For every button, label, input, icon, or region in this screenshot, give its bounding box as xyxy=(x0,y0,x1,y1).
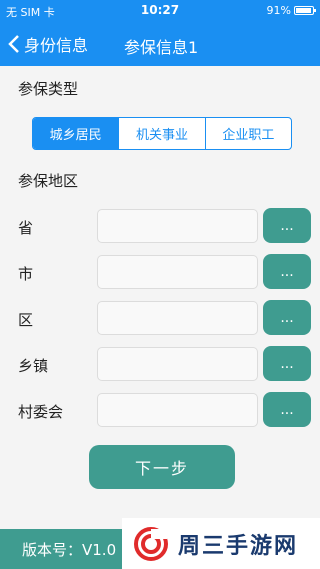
village-committee-select-button[interactable]: ... xyxy=(263,392,311,427)
province-select-button[interactable]: ... xyxy=(263,208,311,243)
city-select-button[interactable]: ... xyxy=(263,254,311,289)
province-field[interactable] xyxy=(97,209,258,243)
village-committee-field[interactable] xyxy=(97,393,258,427)
segment-government[interactable]: 机关事业 xyxy=(119,118,206,149)
insurance-type-selector[interactable]: 城乡居民 机关事业 企业职工 xyxy=(32,117,292,150)
province-label: 省 xyxy=(18,219,34,237)
district-select-button[interactable]: ... xyxy=(263,300,311,335)
chevron-left-icon xyxy=(8,35,19,53)
battery-icon xyxy=(294,6,316,15)
watermark-logo-icon xyxy=(134,526,168,561)
province-row: 省 ... xyxy=(0,208,320,246)
township-select-button[interactable]: ... xyxy=(263,346,311,381)
district-row: 区 ... xyxy=(0,300,320,338)
region-title: 参保地区 xyxy=(18,172,79,190)
township-field[interactable] xyxy=(97,347,258,381)
status-bar: 无 SIM 卡 10:27 91% xyxy=(0,0,320,22)
nav-bar: 身份信息 参保信息1 xyxy=(0,22,320,66)
page-title: 参保信息1 xyxy=(124,38,199,57)
segment-enterprise[interactable]: 企业职工 xyxy=(206,118,291,149)
status-right: 91% xyxy=(266,4,316,17)
segment-urban-rural[interactable]: 城乡居民 xyxy=(33,118,120,149)
village-committee-row: 村委会 ... xyxy=(0,392,320,430)
back-label: 身份信息 xyxy=(24,36,89,55)
version-label: 版本号：V1.0 xyxy=(22,541,117,559)
insurance-type-title: 参保类型 xyxy=(18,80,79,98)
district-label: 区 xyxy=(18,311,34,329)
back-button[interactable]: 身份信息 xyxy=(8,32,88,56)
city-row: 市 ... xyxy=(0,254,320,292)
watermark: 周三手游网 xyxy=(122,518,320,569)
city-label: 市 xyxy=(18,265,34,283)
township-row: 乡镇 ... xyxy=(0,346,320,384)
village-committee-label: 村委会 xyxy=(18,403,64,421)
district-field[interactable] xyxy=(97,301,258,335)
city-field[interactable] xyxy=(97,255,258,289)
watermark-text: 周三手游网 xyxy=(178,533,299,559)
township-label: 乡镇 xyxy=(18,357,49,375)
battery-percent: 91% xyxy=(266,4,291,17)
next-step-button[interactable]: 下一步 xyxy=(89,445,235,489)
